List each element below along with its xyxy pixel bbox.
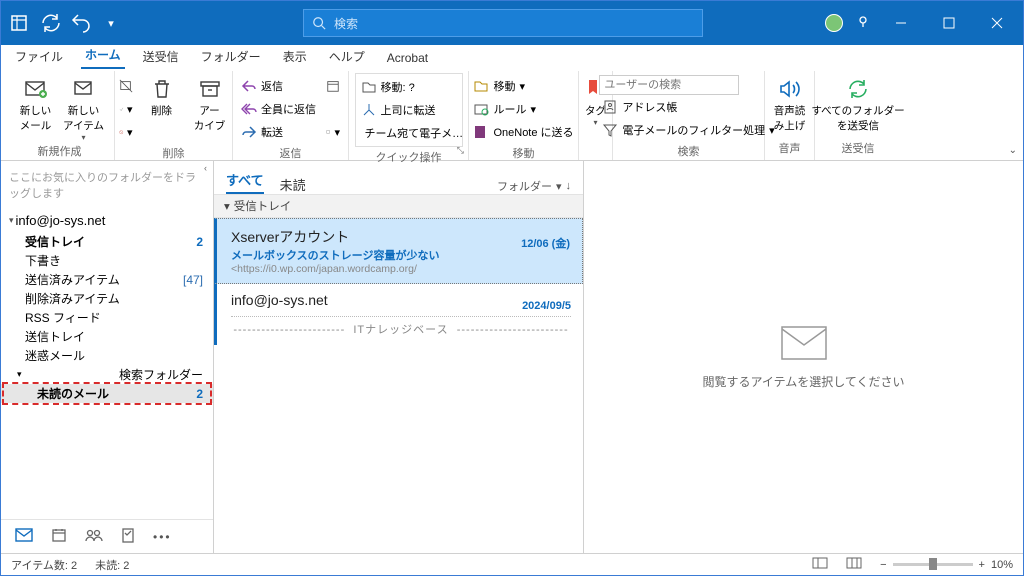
folder-drafts[interactable]: 下書き	[1, 251, 213, 270]
ignore-button[interactable]	[116, 75, 136, 97]
menu-view[interactable]: 表示	[279, 45, 311, 69]
status-items: アイテム数: 2	[11, 557, 77, 573]
favorites-hint: ここにお気に入りのフォルダーをドラッグします	[1, 161, 213, 209]
folder-dropdown[interactable]: フォルダー ▾ ↓	[497, 178, 571, 194]
menu-file[interactable]: ファイル	[11, 45, 67, 69]
qat-customize-icon[interactable]: ▾	[99, 11, 123, 35]
folder-outbox[interactable]: 送信トレイ	[1, 327, 213, 346]
envelope-icon	[780, 325, 828, 361]
reading-pane: 閲覧するアイテムを選択してください	[584, 161, 1023, 553]
folder-unread[interactable]: 未読のメール2	[1, 384, 213, 403]
content-area: ‹ ここにお気に入りのフォルダーをドラッグします ▾info@jo-sys.ne…	[1, 161, 1023, 553]
reply-button[interactable]: 返信	[238, 75, 319, 97]
tab-all[interactable]: すべて	[226, 170, 264, 194]
delete-button[interactable]: 削除	[140, 73, 184, 118]
ribbon: 新しい メール 新しい アイテム▾ 新規作成 ▾ ▾ 削除 アー カイブ	[1, 69, 1023, 161]
search-icon	[312, 16, 326, 30]
folder-collapse-caret[interactable]: ‹	[204, 163, 207, 173]
read-aloud-button[interactable]: 音声読 み上げ	[768, 73, 812, 133]
filter-button[interactable]: 電子メールのフィルター処理 ▾	[599, 119, 777, 141]
menu-help[interactable]: ヘルプ	[325, 45, 369, 69]
meeting-button[interactable]	[323, 75, 343, 97]
user-search-input[interactable]	[599, 75, 739, 95]
group-search: 検索	[678, 141, 700, 161]
undo-icon[interactable]	[69, 11, 93, 35]
mail-list-pane: すべて 未読 フォルダー ▾ ↓ ▾受信トレイ Xserverアカウント メール…	[214, 161, 584, 553]
group-header-inbox[interactable]: ▾受信トレイ	[214, 195, 583, 218]
folder-rss[interactable]: RSS フィード	[1, 308, 213, 327]
nav-calendar-icon[interactable]	[51, 527, 67, 546]
maximize-button[interactable]	[931, 5, 967, 41]
app-icon	[9, 11, 33, 35]
nav-more-icon[interactable]: •••	[153, 530, 172, 544]
forward-button[interactable]: 転送	[238, 121, 319, 143]
folder-sent[interactable]: 送信済みアイテム[47]	[1, 270, 213, 289]
user-avatar[interactable]	[825, 14, 843, 32]
mail-icon	[24, 77, 48, 101]
replyall-button[interactable]: 全員に返信	[238, 98, 319, 120]
sync-icon[interactable]	[39, 11, 63, 35]
quick-team[interactable]: チーム宛て電子メ…	[358, 122, 460, 144]
close-button[interactable]	[979, 5, 1015, 41]
group-quick: クイック操作	[376, 147, 442, 167]
rules-button[interactable]: ルール ▾	[470, 98, 576, 120]
group-delete: 削除	[163, 143, 185, 163]
search-placeholder: 検索	[334, 15, 358, 32]
help-icon[interactable]	[855, 14, 871, 33]
group-reply: 返信	[280, 143, 302, 163]
zoom-slider[interactable]: −+ 10%	[880, 559, 1013, 571]
group-voice: 音声	[779, 138, 801, 158]
folder-pane: ‹ ここにお気に入りのフォルダーをドラッグします ▾info@jo-sys.ne…	[1, 161, 214, 553]
folder-deleted[interactable]: 削除済みアイテム	[1, 289, 213, 308]
menu-sendrecv[interactable]: 送受信	[139, 45, 183, 69]
quick-toboss[interactable]: 上司に転送	[358, 99, 460, 121]
new-item-button[interactable]: 新しい アイテム▾	[62, 73, 106, 141]
nav-people-icon[interactable]	[85, 528, 103, 545]
folder-inbox[interactable]: 受信トレイ2	[1, 232, 213, 251]
junk-button[interactable]: ▾	[116, 121, 136, 143]
nav-mail-icon[interactable]	[15, 528, 33, 545]
menu-acrobat[interactable]: Acrobat	[383, 48, 432, 69]
cleanup-button[interactable]: ▾	[116, 98, 136, 120]
menu-folder[interactable]: フォルダー	[197, 45, 265, 69]
minimize-button[interactable]	[883, 5, 919, 41]
nav-tasks-icon[interactable]	[121, 527, 135, 546]
mail-item-2[interactable]: info@jo-sys.net 2024/09/5 --------------…	[214, 284, 583, 345]
account-header[interactable]: ▾info@jo-sys.net	[1, 209, 213, 232]
group-new: 新規作成	[38, 141, 82, 161]
sync-all-button[interactable]: すべてのフォルダー を送受信	[818, 73, 898, 133]
folder-junk[interactable]: 迷惑メール	[1, 346, 213, 365]
search-box[interactable]: 検索	[303, 9, 703, 37]
view-normal-icon[interactable]	[812, 557, 828, 572]
archive-button[interactable]: アー カイブ	[188, 73, 232, 133]
move-button[interactable]: 移動 ▾	[470, 75, 576, 97]
folder-search[interactable]: ▾検索フォルダー	[1, 365, 213, 384]
mail-item-1[interactable]: Xserverアカウント メールボックスのストレージ容量が少ない <https:…	[214, 218, 583, 284]
reading-hint: 閲覧するアイテムを選択してください	[702, 373, 904, 390]
onenote-button[interactable]: OneNote に送る	[470, 121, 576, 143]
status-bar: アイテム数: 2 未読: 2 −+ 10%	[1, 553, 1023, 575]
status-unread: 未読: 2	[95, 557, 129, 573]
group-sync: 送受信	[842, 138, 875, 158]
menu-home[interactable]: ホーム	[81, 43, 125, 69]
more-reply-button[interactable]: ▾	[323, 121, 343, 143]
tab-unread[interactable]: 未読	[280, 175, 306, 194]
ribbon-collapse[interactable]: ⌄	[1009, 145, 1017, 156]
view-reading-icon[interactable]	[846, 557, 862, 572]
title-bar: ▾ 検索	[1, 1, 1023, 45]
new-mail-button[interactable]: 新しい メール	[14, 73, 58, 133]
group-move: 移動	[513, 143, 535, 163]
quick-moveto[interactable]: 移動: ?	[358, 76, 460, 98]
nav-bar: •••	[1, 519, 213, 553]
menu-bar: ファイル ホーム 送受信 フォルダー 表示 ヘルプ Acrobat	[1, 45, 1023, 69]
addressbook-button[interactable]: アドレス帳	[599, 96, 777, 118]
